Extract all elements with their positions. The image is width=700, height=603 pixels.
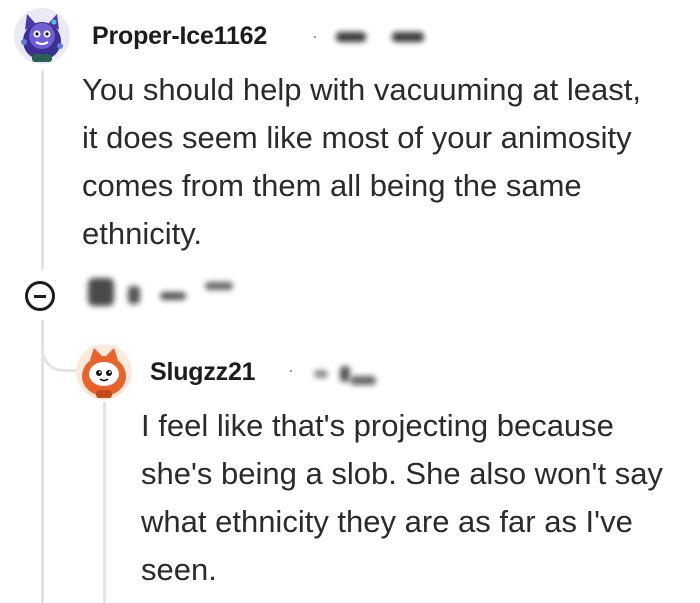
blurred-action (160, 292, 186, 300)
blurred-meta (336, 32, 366, 42)
blurred-meta (392, 32, 424, 42)
comment-username[interactable]: Slugzz21 (150, 358, 256, 387)
thread-connector (41, 320, 81, 372)
blurred-action (205, 282, 233, 290)
comment-username[interactable]: Proper-Ice1162 (92, 22, 267, 51)
blurred-meta (350, 376, 376, 385)
blurred-meta (340, 366, 350, 382)
thread-line[interactable] (103, 402, 106, 603)
orange-hood-snoo-avatar-icon (76, 344, 132, 400)
thread-line[interactable] (41, 70, 44, 270)
thread-line[interactable] (41, 320, 44, 603)
avatar[interactable] (14, 8, 70, 64)
meta-separator: · (288, 360, 294, 380)
blurred-action (128, 286, 140, 304)
comment-body: I feel like that's projecting because sh… (141, 408, 663, 587)
meta-separator: · (312, 26, 318, 46)
collapse-minus-icon[interactable] (25, 281, 55, 311)
avatar[interactable] (76, 344, 132, 400)
comment-body: You should help with vacuuming at least,… (82, 72, 641, 251)
blurred-action (88, 278, 114, 306)
blurred-meta (314, 370, 328, 378)
purple-cat-avatar-icon (14, 8, 70, 64)
